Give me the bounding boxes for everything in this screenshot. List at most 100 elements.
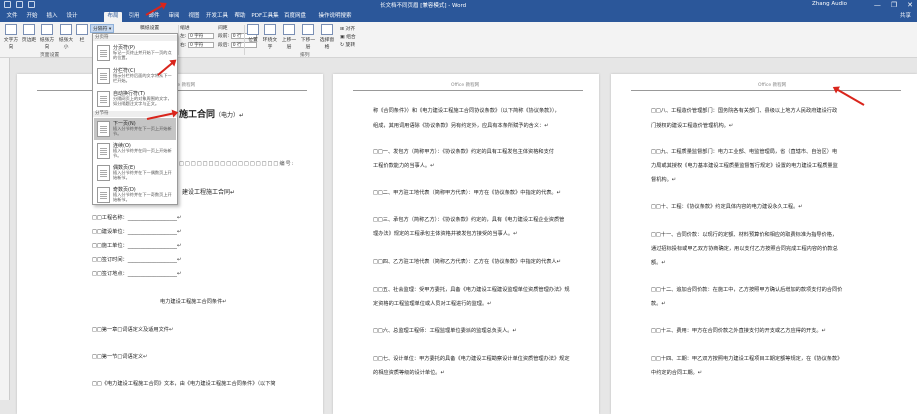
body-line: □□八、工程造价管理部门：国务院各有关部门、县级以上地方人民政府建设行政	[651, 108, 838, 114]
column-break-icon	[97, 68, 110, 84]
body-line: □□九、工程质量监督部门：电力工业部、电监管理局，省（直辖市、自治区）电	[651, 149, 838, 155]
page-break-icon	[97, 45, 110, 61]
tab-help[interactable]: 帮助	[232, 12, 248, 22]
undo-icon[interactable]	[16, 1, 23, 8]
body-line: 额。↵	[651, 260, 666, 266]
user-name[interactable]: Zhang Audio	[812, 1, 847, 7]
indent-right: 右: 0 字符	[180, 41, 214, 48]
share-button[interactable]: 共享	[900, 11, 911, 19]
tab-pdf[interactable]: PDF工具集	[250, 12, 280, 22]
field-sign-place: □□签订地点：___________________↵	[92, 271, 182, 277]
vertical-ruler[interactable]	[0, 58, 10, 400]
indent-label: 缩进	[180, 26, 190, 31]
break-option-odd-page[interactable]: 奇数页(D) 插入分节符并在下一奇数页上开始新节。	[94, 184, 176, 206]
manuscript-button[interactable]: 稿纸设置	[140, 24, 159, 31]
text-wrapping-break-icon	[97, 91, 110, 107]
body-line: □□十三、费用：甲方在合同价款之外直接支付的开支或乙方应得的开支。↵	[651, 328, 826, 334]
tab-design[interactable]: 设计	[64, 12, 80, 22]
tab-home[interactable]: 开始	[24, 12, 40, 22]
indent-right-input[interactable]: 0 字符	[187, 41, 214, 48]
body-line: □□三、承包方（简称乙方）：《协议条款》约定的，具有《电力建设工程企业资质管	[373, 217, 565, 223]
ribbon-tabs: 文件 开始 插入 设计 布局 引用 邮件 审阅 视图 开发工具 帮助 PDF工具…	[0, 10, 917, 22]
tab-review[interactable]: 审阅	[166, 12, 182, 22]
break-option-next-page[interactable]: 下一页(N) 插入分节符并在下一页上开始新节。	[94, 118, 176, 140]
break-option-continuous[interactable]: 连续(O) 插入分节符并在同一页上开始新节。	[94, 140, 176, 162]
indent-left-input[interactable]: 0 字符	[187, 32, 214, 39]
body-line: □□十四、工期：甲乙双方按照电力建设工程项目工期定额等规定，在《协议条款》	[651, 356, 843, 362]
tell-me-search[interactable]: 操作说明搜索	[312, 12, 358, 22]
dropdown-section-page-breaks: 分页符	[93, 35, 177, 41]
tab-file[interactable]: 文件	[4, 12, 20, 22]
field-contractor: □□施工单位：___________________↵	[92, 243, 182, 249]
redo-icon[interactable]	[28, 1, 35, 8]
body-line: □□七、设计单位：甲方委托的具备《电力建设工程勘察设计单位资质管理办法》规定	[373, 356, 570, 362]
body-line: 称《合同条件》）和《电力建设工程施工合同协议条款》（以下简称《协议条款》），	[373, 108, 560, 114]
tab-layout[interactable]: 布局	[104, 12, 122, 22]
tab-references[interactable]: 引用	[126, 12, 142, 22]
breaks-button[interactable]: 分隔符 ▾	[90, 24, 115, 33]
header-line	[631, 90, 901, 91]
window-controls: — ❐ ✕	[874, 1, 913, 9]
wrap-text-icon	[264, 24, 276, 35]
text-direction-button[interactable]: 文字方向	[2, 24, 20, 50]
text-direction-icon	[5, 24, 17, 35]
body-line: □□十一、合同价款：以现行的定额、材料预算价和相应的取费标准为指导价格，	[651, 232, 838, 238]
body-line: 督机构。↵	[651, 177, 677, 183]
title-bar: 长文档不同页眉 [兼容模式] - Word Zhang Audio — ❐ ✕	[0, 0, 917, 10]
section-1: □□第一节□词语定义↵	[92, 354, 148, 360]
body-line: 的相应资质等级的设计单位。↵	[373, 370, 445, 376]
group-button[interactable]: ▣ 组合	[340, 33, 356, 40]
header-line	[353, 90, 583, 91]
body-line: □□二、甲方驻工地代表（简称甲方代表）：甲方在《协议条款》中指定的代表。↵	[373, 190, 561, 196]
position-icon	[247, 24, 259, 35]
bring-forward-icon	[283, 24, 295, 35]
contract-heading: 建设工程施工合同↵	[182, 189, 236, 196]
indent-left: 左: 0 字符	[180, 32, 214, 39]
bring-forward-button[interactable]: 上移一层	[280, 24, 298, 50]
document-page-3[interactable]: Office 教程网 □□八、工程造价管理部门：国务院各有关部门、县级以上地方人…	[611, 74, 917, 414]
break-option-even-page[interactable]: 偶数页(E) 插入分节符并在下一偶数页上开始新节。	[94, 162, 176, 184]
send-backward-button[interactable]: 下移一层	[299, 24, 317, 50]
body-line: □□十二、追加合同价款：在施工中，乙方按照甲方确认后增加的款项支付的合同价	[651, 287, 843, 293]
field-owner: □□建设单位：___________________↵	[92, 229, 182, 235]
tab-view[interactable]: 视图	[186, 12, 202, 22]
spacing-label: 间距	[218, 26, 228, 31]
body-line: 定资格的工程监理单位或人员对工程进行的监理。↵	[373, 301, 492, 307]
number-line: □□□□□□□□□□□□□□□□□编号:	[179, 161, 295, 167]
columns-icon	[76, 24, 88, 35]
restore-button[interactable]: ❐	[891, 1, 897, 9]
align-button[interactable]: ⊞ 对齐	[340, 25, 355, 32]
group-label-arrange: 排列	[300, 53, 310, 58]
body-line: 通过招标投标或甲乙双方协商确定，用以支付乙方按照合同完成工程内容的价款总	[651, 246, 838, 252]
body-line: 门授权的建设工程造价管理机构。↵	[651, 123, 734, 129]
wrap-text-button[interactable]: 环绕文字	[261, 24, 279, 50]
window-title: 长文档不同页眉 [兼容模式] - Word	[380, 3, 467, 9]
save-icon[interactable]	[4, 1, 11, 8]
breaks-dropdown: 分页符 分页符(P) 标记一页终止并开始下一页的点的位置。 分栏符(C) 指示分栏符…	[92, 33, 178, 205]
orientation-icon	[41, 24, 53, 35]
margins-icon	[23, 24, 35, 35]
break-option-page[interactable]: 分页符(P) 标记一页终止并开始下一页的点的位置。	[94, 42, 176, 64]
selection-pane-button[interactable]: 选择窗格	[318, 24, 336, 50]
ribbon-separator	[244, 25, 245, 55]
size-button[interactable]: 纸张大小	[57, 24, 75, 50]
margins-button[interactable]: 页边距	[21, 24, 37, 43]
minimize-button[interactable]: —	[874, 1, 881, 9]
position-button[interactable]: 位置	[246, 24, 260, 43]
columns-button[interactable]: 栏	[76, 24, 88, 43]
rotate-button[interactable]: ↻ 旋转	[340, 41, 355, 48]
orientation-button[interactable]: 纸张方向	[38, 24, 56, 50]
body-line: 力局或其授权《电力基本建设工程质量监督暂行规定》设置的电力建设工程质量监	[651, 163, 838, 169]
body-line: 中约定的合同工期。↵	[651, 370, 703, 376]
tab-insert[interactable]: 插入	[44, 12, 60, 22]
document-page-2[interactable]: Office 教程网 称《合同条件》）和《电力建设工程施工合同协议条款》（以下简…	[333, 74, 599, 414]
tab-developer[interactable]: 开发工具	[204, 12, 230, 22]
next-page-break-icon	[97, 121, 110, 137]
close-button[interactable]: ✕	[907, 1, 913, 9]
page-size-icon	[60, 24, 72, 35]
document-title: 施工合同（电力）↵	[179, 110, 245, 120]
break-option-text-wrapping[interactable]: 自动换行符(T) 分隔网页上的对象周围的文字，如分隔题注文字与正文。	[94, 88, 176, 110]
tab-baidu[interactable]: 百度网盘	[282, 12, 308, 22]
body-line: □□五、社会监理：受甲方委托，具备《电力建设工程建设监理单位资质管理办法》规	[373, 287, 570, 293]
body-line: 理办法》规定的工程承包主体资格并被发包方接受的当事人。↵	[373, 231, 518, 237]
